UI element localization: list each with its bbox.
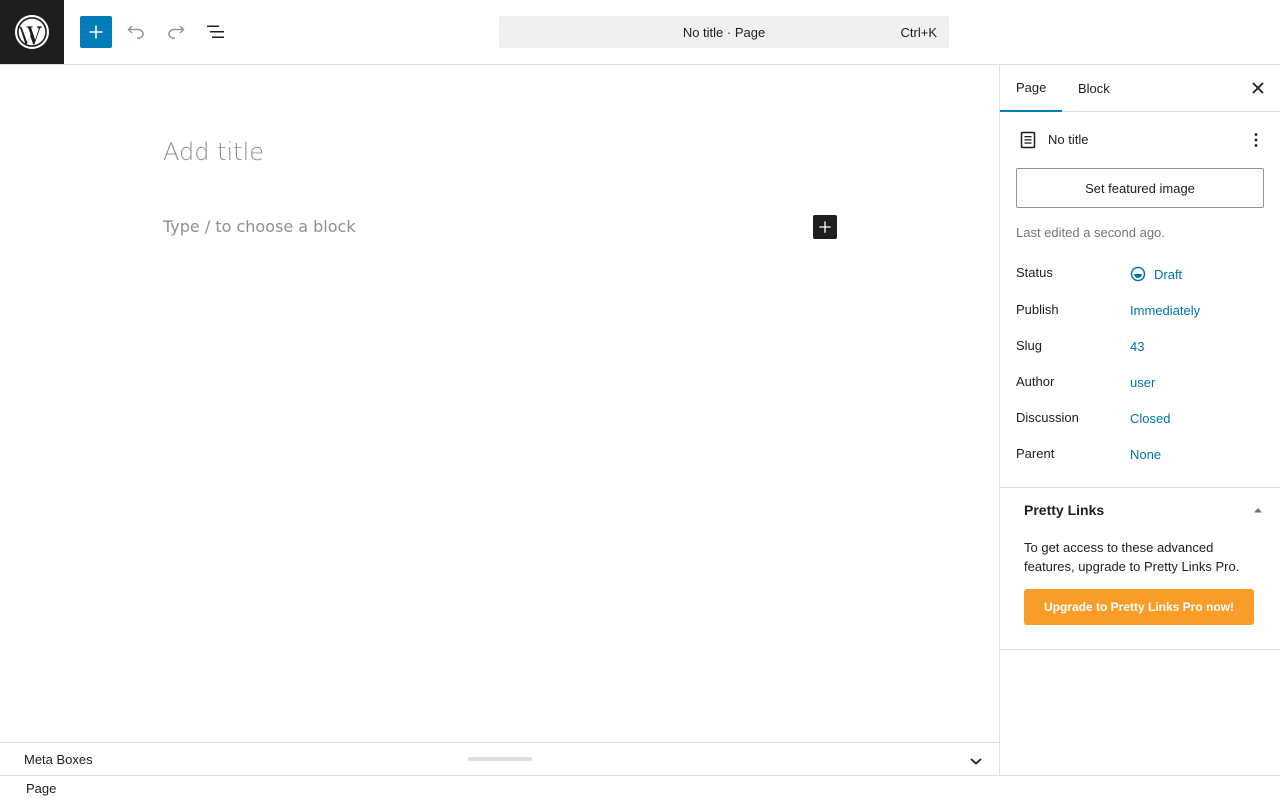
meta-row-author: Author user: [1016, 374, 1264, 394]
document-title-label: No title: [1048, 132, 1089, 147]
close-icon: [1252, 82, 1264, 94]
sidebar-tabs: Page Block: [1000, 65, 1280, 112]
meta-boxes-bar: Meta Boxes: [0, 742, 999, 776]
block-inserter-toggle[interactable]: [80, 16, 112, 48]
meta-row-discussion: Discussion Closed: [1016, 410, 1264, 430]
command-palette-bar[interactable]: No title · Page Ctrl+K: [499, 16, 949, 48]
upgrade-pretty-links-button[interactable]: Upgrade to Pretty Links Pro now!: [1024, 589, 1254, 625]
pretty-links-description: To get access to these advanced features…: [1024, 540, 1240, 574]
meta-row-publish: Publish Immediately: [1016, 302, 1264, 322]
meta-label: Status: [1016, 265, 1053, 280]
close-sidebar-button[interactable]: [1248, 78, 1268, 98]
more-vertical-icon: [1254, 133, 1258, 147]
inline-block-inserter-button[interactable]: [813, 215, 837, 239]
set-featured-image-button[interactable]: Set featured image: [1016, 168, 1264, 208]
status-value-button[interactable]: Draft: [1130, 266, 1182, 282]
wordpress-logo-icon: [15, 15, 49, 49]
document-title: No title · Page: [682, 24, 766, 40]
editor-footer: Page: [0, 775, 1280, 800]
document-options-button[interactable]: [1248, 129, 1264, 151]
editor-canvas[interactable]: Add title Type / to choose a block: [0, 65, 999, 742]
meta-row-status: Status Draft: [1016, 265, 1264, 285]
discussion-value-button[interactable]: Closed: [1130, 411, 1170, 426]
last-edited-text: Last edited a second ago.: [1016, 225, 1165, 240]
document-summary: No title: [1016, 129, 1264, 151]
block-placeholder[interactable]: Type / to choose a block: [163, 217, 356, 236]
pretty-links-title[interactable]: Pretty Links: [1024, 502, 1104, 518]
chevron-up-icon[interactable]: [1252, 504, 1264, 516]
meta-label: Slug: [1016, 338, 1043, 353]
editor-header: No title · Page Ctrl+K: [0, 0, 1280, 65]
list-view-button[interactable]: [200, 16, 232, 48]
post-title-input[interactable]: Add title: [163, 138, 264, 166]
pretty-links-panel: Pretty Links To get access to these adva…: [1000, 487, 1280, 650]
redo-icon: [168, 25, 185, 39]
draft-status-icon: [1130, 266, 1146, 282]
parent-value-button[interactable]: None: [1130, 447, 1161, 462]
status-value: Draft: [1154, 266, 1183, 282]
slug-value-button[interactable]: 43: [1130, 339, 1144, 354]
meta-label: Publish: [1016, 302, 1059, 317]
page-icon: [1020, 131, 1036, 149]
meta-label: Parent: [1016, 446, 1055, 461]
meta-row-slug: Slug 43: [1016, 338, 1264, 358]
redo-button[interactable]: [160, 16, 192, 48]
meta-boxes-toggle-button[interactable]: [966, 751, 986, 771]
meta-label: Discussion: [1016, 410, 1079, 425]
author-value-button[interactable]: user: [1130, 375, 1155, 390]
list-view-icon: [207, 25, 224, 38]
plus-icon: [819, 221, 831, 233]
wordpress-logo-button[interactable]: [0, 0, 64, 64]
meta-boxes-label: Meta Boxes: [24, 752, 93, 767]
meta-label: Author: [1016, 374, 1055, 389]
tab-block[interactable]: Block: [1062, 65, 1126, 112]
breadcrumb[interactable]: Page: [26, 781, 56, 796]
chevron-down-icon: [970, 758, 982, 765]
undo-icon: [127, 25, 144, 39]
undo-button[interactable]: [120, 16, 152, 48]
meta-row-parent: Parent None: [1016, 446, 1264, 466]
settings-sidebar: Page Block No title Set featured image L…: [999, 65, 1280, 775]
command-shortcut: Ctrl+K: [900, 25, 937, 40]
tab-page[interactable]: Page: [1000, 65, 1063, 112]
publish-value-button[interactable]: Immediately: [1130, 303, 1200, 318]
meta-boxes-resize-handle[interactable]: [468, 757, 532, 761]
plus-icon: [89, 25, 103, 39]
